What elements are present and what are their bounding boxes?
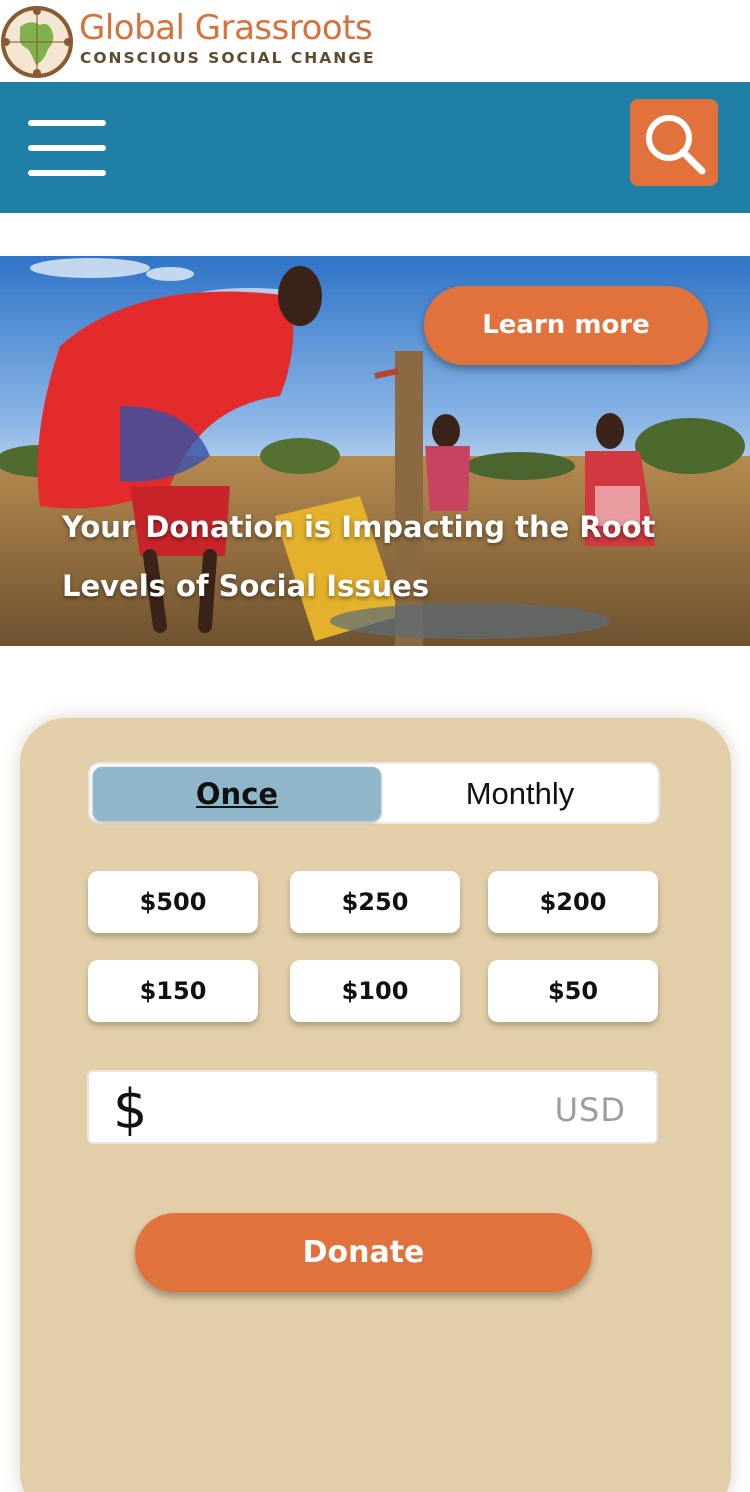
amount-button-200[interactable]: $200 — [488, 871, 658, 933]
donate-button[interactable]: Donate — [135, 1213, 592, 1292]
currency-code: USD — [554, 1091, 626, 1129]
preset-amounts: $500 $250 $200 $150 $100 $50 — [88, 871, 660, 1023]
search-icon — [646, 115, 706, 175]
menu-line — [28, 120, 106, 126]
custom-amount-field[interactable]: $ USD — [87, 1070, 658, 1144]
amount-button-50[interactable]: $50 — [488, 960, 658, 1022]
frequency-monthly-tab[interactable]: Monthly — [384, 767, 656, 821]
hero-headline: Your Donation is Impacting the Root Leve… — [62, 510, 656, 603]
amount-button-250[interactable]: $250 — [290, 871, 460, 933]
donation-card: Once Monthly $500 $250 $200 $150 $100 $5… — [20, 718, 731, 1492]
nav-bar — [0, 82, 750, 213]
amount-button-150[interactable]: $150 — [88, 960, 258, 1022]
hero-banner: Learn more Your Donation is Impacting th… — [0, 256, 750, 646]
logo-header: Global Grassroots CONSCIOUS SOCIAL CHANG… — [0, 0, 750, 82]
frequency-once-tab[interactable]: Once — [93, 767, 381, 821]
search-button[interactable] — [630, 99, 718, 186]
menu-line — [28, 145, 106, 151]
menu-line — [28, 170, 106, 176]
amount-button-100[interactable]: $100 — [290, 960, 460, 1022]
learn-more-button[interactable]: Learn more — [424, 286, 708, 365]
amount-button-500[interactable]: $500 — [88, 871, 258, 933]
hamburger-menu-button[interactable] — [26, 120, 108, 176]
brand-tagline: CONSCIOUS SOCIAL CHANGE — [80, 49, 376, 67]
custom-amount-input[interactable] — [169, 1082, 549, 1134]
brand-name: Global Grassroots — [79, 8, 373, 48]
dollar-sign: $ — [113, 1078, 148, 1141]
frequency-toggle: Once Monthly — [88, 762, 660, 824]
globe-logo-icon[interactable] — [0, 5, 74, 79]
